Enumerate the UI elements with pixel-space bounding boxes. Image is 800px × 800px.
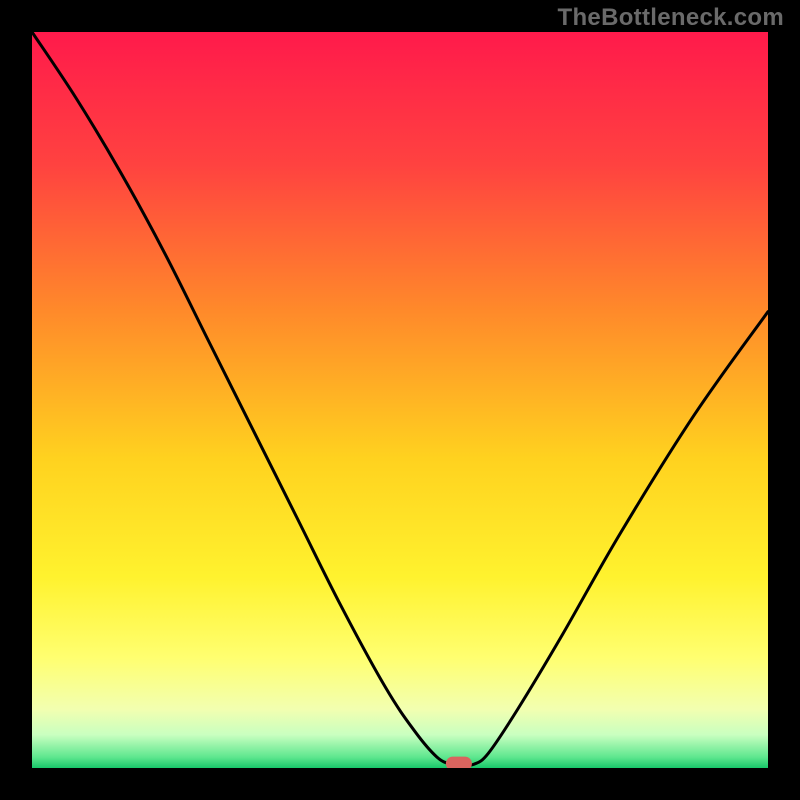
chart-frame: TheBottleneck.com (0, 0, 800, 800)
gradient-background (32, 32, 768, 768)
watermark-text: TheBottleneck.com (558, 4, 784, 32)
optimal-marker (446, 757, 472, 768)
chart-svg (32, 32, 768, 768)
plot-area (32, 32, 768, 768)
